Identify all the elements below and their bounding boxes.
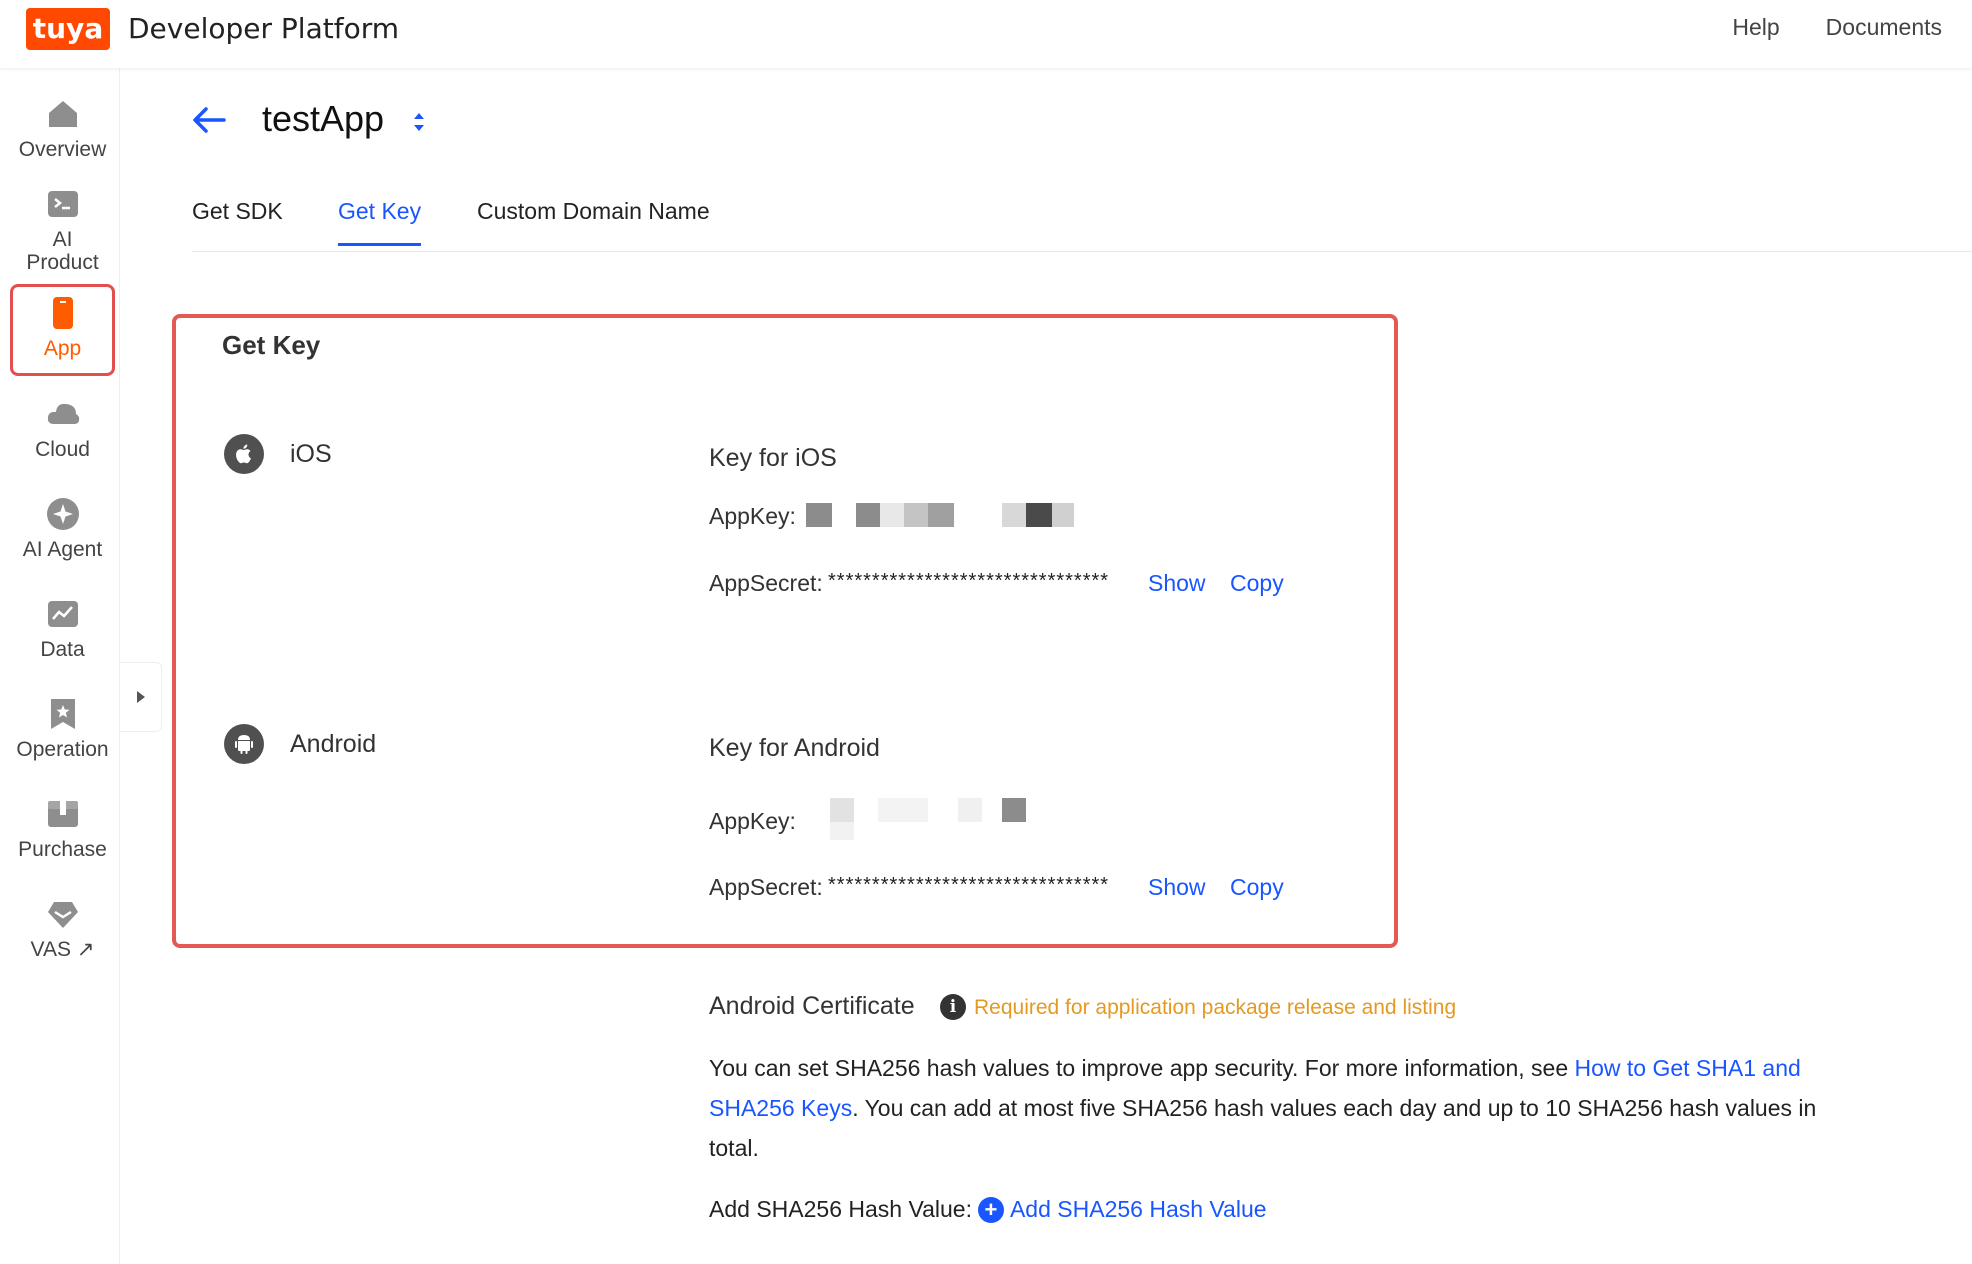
ios-platform: iOS — [224, 434, 332, 474]
sidebar-item-label: AI Agent — [22, 538, 103, 561]
ios-copy-secret-link[interactable]: Copy — [1230, 570, 1284, 597]
external-link-icon: ↗ — [76, 938, 95, 961]
box-icon — [47, 801, 78, 827]
back-arrow-icon[interactable] — [190, 100, 230, 140]
tab-custom-domain-name[interactable]: Custom Domain Name — [477, 198, 710, 243]
sidebar-item-ai-agent[interactable]: AI Agent — [10, 496, 115, 561]
sidebar-item-label: Operation — [16, 738, 109, 761]
sidebar-item-overview[interactable]: Overview — [10, 96, 115, 161]
help-link[interactable]: Help — [1732, 14, 1779, 41]
add-plus-icon[interactable]: + — [977, 1196, 1004, 1223]
ios-appsecret-label: AppSecret: — [709, 570, 823, 596]
phone-icon — [52, 297, 73, 329]
ios-key-heading: Key for iOS — [709, 444, 837, 472]
apple-icon — [224, 434, 264, 474]
ios-appsecret-masked: ******************************** — [828, 570, 1110, 592]
add-sha256-link[interactable]: Add SHA256 Hash Value — [1010, 1196, 1267, 1223]
android-certificate-title: Android Certificate — [709, 992, 915, 1020]
home-icon — [48, 101, 77, 127]
app-switch-icon[interactable] — [410, 110, 428, 134]
sidebar-item-app[interactable]: App — [10, 284, 115, 376]
sidebar-item-vas[interactable]: VAS ↗ — [10, 896, 115, 961]
android-appkey-redacted — [800, 798, 1030, 842]
get-key-highlight-box — [172, 314, 1398, 948]
brand-title: Developer Platform — [128, 12, 399, 45]
tuya-logo[interactable]: tuya — [26, 8, 110, 50]
cert-desc-prefix: You can set SHA256 hash values to improv… — [709, 1055, 1575, 1081]
sidebar-item-label: Overview — [18, 138, 107, 161]
add-sha256-label: Add SHA256 Hash Value: — [709, 1196, 972, 1222]
sidebar-item-label: App — [43, 337, 82, 360]
android-label: Android — [290, 729, 377, 758]
sidebar-item-label: Data — [40, 638, 85, 661]
gem-icon — [47, 902, 78, 928]
documents-link[interactable]: Documents — [1826, 14, 1942, 41]
sparkle-icon — [46, 498, 79, 530]
sidebar-item-operation[interactable]: Operation — [10, 696, 115, 761]
android-appsecret-label: AppSecret: — [709, 874, 823, 900]
sidebar-item-label: Purchase — [18, 838, 107, 861]
android-platform: Android — [224, 724, 376, 764]
tab-bar: Get SDK Get Key Custom Domain Name — [192, 196, 1972, 252]
bookmark-star-icon — [50, 699, 75, 729]
tab-get-key[interactable]: Get Key — [338, 198, 422, 246]
certificate-required-note: Required for application package release… — [974, 996, 1457, 1019]
chart-icon — [47, 601, 78, 627]
android-copy-secret-link[interactable]: Copy — [1230, 874, 1284, 901]
android-appkey-label: AppKey: — [709, 808, 796, 834]
android-icon — [224, 724, 264, 764]
sidebar-collapse-toggle[interactable] — [120, 662, 162, 732]
ios-appkey-label: AppKey: — [709, 503, 796, 529]
sidebar-item-cloud[interactable]: Cloud — [10, 396, 115, 461]
sidebar-item-label: AI Product — [26, 228, 99, 274]
cloud-icon — [47, 403, 79, 424]
android-appsecret-masked: ******************************** — [828, 874, 1110, 896]
sidebar-item-label: Cloud — [35, 438, 90, 461]
cert-desc-suffix: . You can add at most five SHA256 hash v… — [709, 1095, 1817, 1161]
sidebar-item-purchase[interactable]: Purchase — [10, 796, 115, 861]
ios-appkey-redacted — [806, 503, 1076, 527]
info-icon[interactable]: i — [940, 994, 966, 1020]
ios-show-secret-link[interactable]: Show — [1148, 570, 1206, 597]
sidebar-item-label: VAS — [30, 938, 71, 961]
android-show-secret-link[interactable]: Show — [1148, 874, 1206, 901]
sidebar-item-ai-product[interactable]: AI Product — [10, 186, 115, 274]
certificate-description: You can set SHA256 hash values to improv… — [709, 1048, 1849, 1168]
tab-get-sdk[interactable]: Get SDK — [192, 198, 283, 243]
app-title: testApp — [262, 98, 385, 139]
sidebar: Overview AI Product App Cloud AI Agent Da… — [0, 68, 120, 1264]
caret-right-icon — [136, 691, 145, 703]
sidebar-item-data[interactable]: Data — [10, 596, 115, 661]
top-nav: Help Documents — [1732, 14, 1942, 41]
ios-label: iOS — [290, 439, 332, 468]
terminal-icon — [47, 191, 78, 217]
android-key-heading: Key for Android — [709, 734, 880, 762]
get-key-title: Get Key — [222, 330, 321, 360]
add-sha256-row: Add SHA256 Hash Value: + Add SHA256 Hash… — [709, 1196, 1267, 1223]
top-bar: tuya Developer Platform Help Documents — [0, 0, 1972, 68]
